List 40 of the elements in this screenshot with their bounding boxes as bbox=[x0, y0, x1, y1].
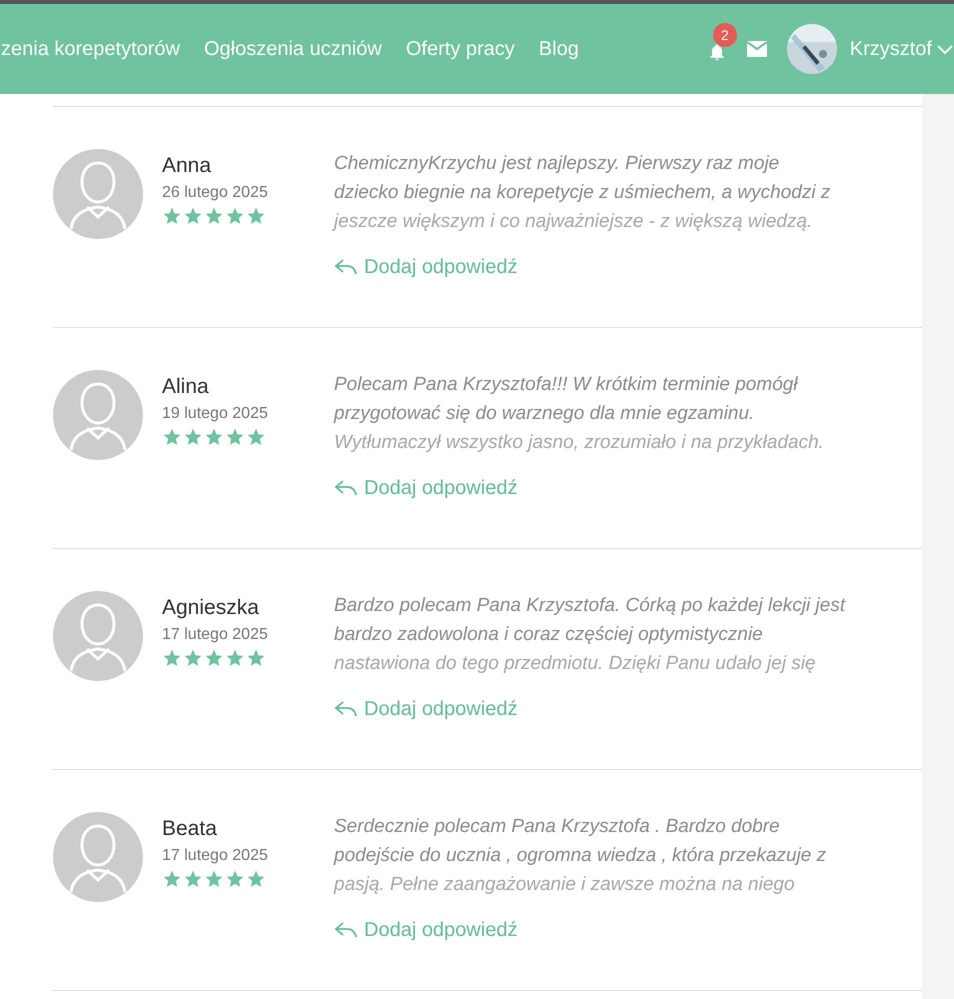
review-text: bardzo zadowolona i coraz częściej optymistycznie bbox=[334, 623, 764, 647]
review-text: pasją. Pełne zaangażowanie i zawsze można na niego bbox=[334, 873, 796, 897]
nav-link[interactable]: Ogłoszenia uczniów bbox=[204, 34, 382, 64]
reply-icon bbox=[334, 920, 358, 940]
avatar-icon bbox=[53, 591, 143, 681]
review-date: 17 lutego 2025 bbox=[162, 846, 269, 866]
review-text: Polecam Pana Krzysztofa!!! W krótkim terminie pomógł bbox=[334, 373, 799, 397]
review-text: Serdecznie polecam Pana Krzysztofa . Bardzo dobre bbox=[334, 815, 781, 839]
reply-icon bbox=[334, 257, 358, 277]
notification-badge: 2 bbox=[712, 23, 737, 47]
review-text: dziecko biegnie na korepetycje z uśmiechem, a wychodzi z bbox=[334, 181, 830, 205]
review-text: nastawiona do tego przedmiotu. Dzięki Panu udało jej się bbox=[334, 652, 817, 676]
review-text: podejście do ucznia , ogromna wiedza , która przekazuje z bbox=[334, 844, 826, 868]
reply-link[interactable]: Dodaj odpowiedź bbox=[334, 473, 518, 503]
user-name[interactable]: Krzysztof bbox=[850, 34, 932, 64]
review-text: ChemicznyKrzychu jest najlepszy. Pierwszy raz moje bbox=[334, 152, 780, 176]
avatar-icon bbox=[53, 149, 143, 239]
mail-icon[interactable] bbox=[744, 39, 769, 59]
avatar-icon bbox=[53, 370, 143, 460]
nav-link[interactable]: zenia korepetytorów bbox=[1, 34, 180, 64]
review-date: 17 lutego 2025 bbox=[162, 625, 269, 645]
avatar-icon bbox=[53, 812, 143, 902]
review-date: 26 lutego 2025 bbox=[162, 183, 269, 203]
review-text: jeszcze większym i co najważniejsze - z większą wiedzą. bbox=[334, 210, 814, 234]
reply-link[interactable]: Dodaj odpowiedź bbox=[334, 915, 518, 945]
reply-icon bbox=[334, 478, 358, 498]
review-text: przygotować się do warznego dla mnie egzaminu. bbox=[334, 402, 756, 426]
review-date: 19 lutego 2025 bbox=[162, 404, 269, 424]
reviewer-name: Anna bbox=[162, 153, 212, 179]
chevron-down-icon[interactable] bbox=[936, 43, 954, 55]
review-text: Bardzo polecam Pana Krzysztofa. Córką po każdej lekcji jest bbox=[334, 594, 846, 618]
reply-link[interactable]: Dodaj odpowiedź bbox=[334, 694, 518, 724]
reviewer-name: Alina bbox=[162, 374, 210, 400]
reply-link[interactable]: Dodaj odpowiedź bbox=[334, 252, 518, 282]
nav-link[interactable]: Blog bbox=[538, 34, 579, 64]
reply-icon bbox=[334, 699, 358, 719]
nav-link[interactable]: Oferty pracy bbox=[406, 34, 515, 64]
review-text: Wytłumaczył wszystko jasno, zrozumiało i na przykładach. bbox=[334, 431, 824, 455]
reviewer-name: Agnieszka bbox=[162, 595, 260, 621]
reviewer-name: Beata bbox=[162, 816, 218, 842]
